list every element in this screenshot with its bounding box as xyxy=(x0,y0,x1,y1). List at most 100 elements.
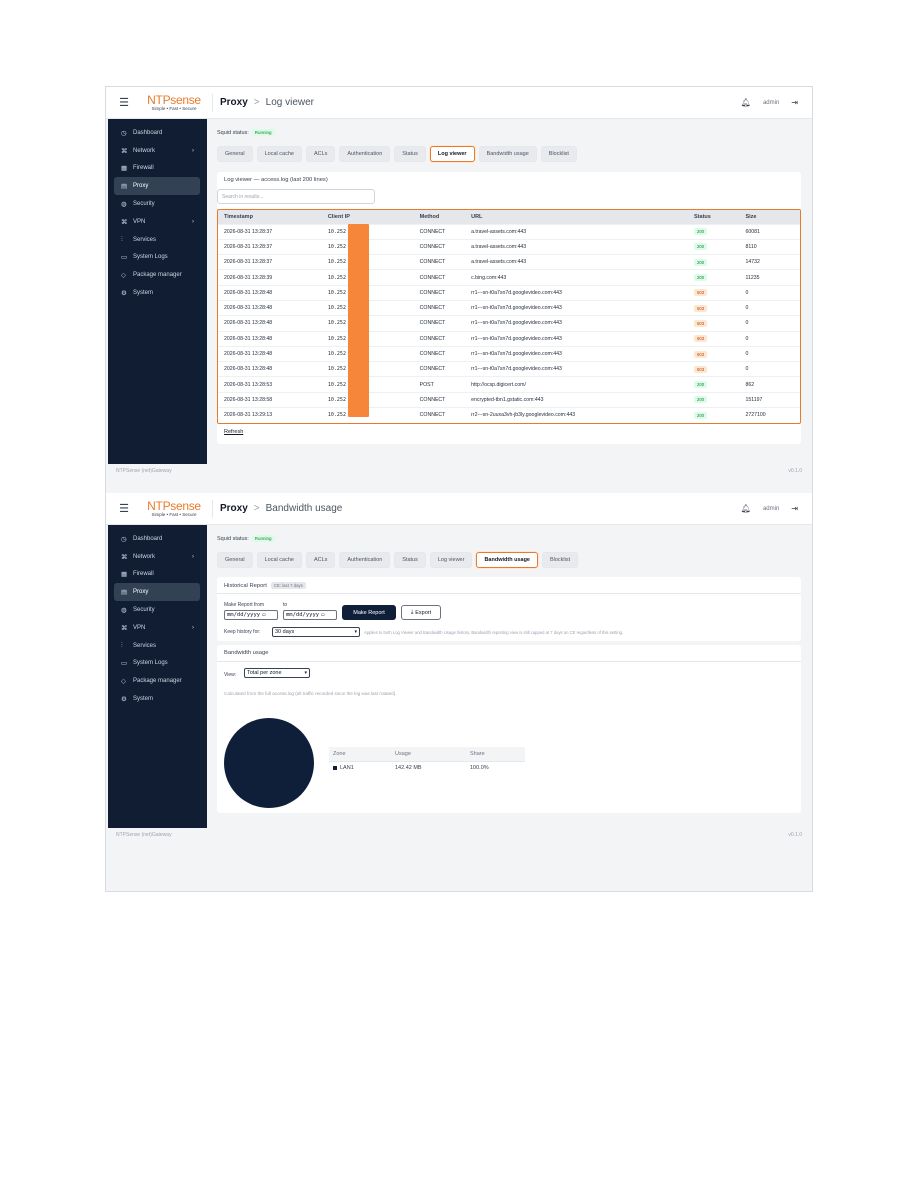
sidebar-item-security[interactable]: ◍ Security xyxy=(114,601,200,619)
table-row: 2026-08-31 13:28:48 10.252 CONNECT rr1---sn… xyxy=(218,345,800,362)
url-cell: rr1---sn-t0a7sn7d.googlevideo.com:443 xyxy=(465,315,689,332)
status-cell: 503 xyxy=(688,299,740,316)
sidebar-item-firewall[interactable]: ▦ Firewall xyxy=(114,160,200,178)
menu-icon[interactable]: ☰ xyxy=(106,96,142,109)
size-cell: 11235 xyxy=(739,269,800,286)
column-header[interactable]: Status xyxy=(688,210,740,224)
tab-authentication[interactable]: Authentication xyxy=(339,552,391,568)
tab-general[interactable]: General xyxy=(217,146,253,162)
timestamp-cell: 2026-08-31 13:28:48 xyxy=(218,299,322,316)
column-header[interactable]: Client IP xyxy=(321,210,414,224)
tab-status[interactable]: Status xyxy=(394,552,426,568)
column-header[interactable]: Size xyxy=(739,210,800,224)
status-cell: 503 xyxy=(688,284,740,301)
method-cell: CONNECT xyxy=(413,284,466,301)
logout-icon[interactable]: ⇥ xyxy=(791,504,798,513)
url-cell: rr1---sn-t0a7sn7d.googlevideo.com:443 xyxy=(465,299,689,316)
tab-authentication[interactable]: Authentication xyxy=(339,146,391,162)
tab-acls[interactable]: ACLs xyxy=(305,552,336,568)
sidebar-item-services[interactable]: ⫶ Services xyxy=(114,231,200,249)
pie-slice-lan1 xyxy=(224,718,314,808)
sidebar-item-label: Security xyxy=(133,201,155,208)
sidebar-item-vpn[interactable]: ⌘ VPN › xyxy=(114,213,200,231)
sidebar-item-label: System xyxy=(133,696,154,703)
main-content: Squid status: Running General Local cache… xyxy=(207,119,812,464)
sidebar-item-security[interactable]: ◍ Security xyxy=(114,195,200,213)
keep-history-select[interactable]: 30 days ▾ xyxy=(272,627,360,637)
column-header[interactable]: Timestamp xyxy=(218,210,322,224)
proxy-icon: ▤ xyxy=(121,589,128,597)
size-cell: 60081 xyxy=(739,223,800,240)
user-name[interactable]: admin xyxy=(763,100,779,106)
shield-icon: ◍ xyxy=(121,201,127,209)
bell-icon[interactable]: 🔔︎ xyxy=(741,504,751,513)
sidebar-item-proxy[interactable]: ▤ Proxy xyxy=(114,177,200,196)
sidebar-item-services[interactable]: ⫶ Services xyxy=(114,637,200,655)
sidebar-item-system-logs[interactable]: ▭ System Logs xyxy=(114,655,200,673)
export-button[interactable]: ⤓ Export xyxy=(401,605,441,620)
sidebar-item-dashboard[interactable]: ◷ Dashboard xyxy=(114,124,200,142)
sidebar-item-system[interactable]: ⚙ System xyxy=(114,284,200,302)
logo[interactable]: NTPsense Simple • Fast • Secure xyxy=(142,94,206,112)
logo[interactable]: NTPsense Simple • Fast • Secure xyxy=(142,500,206,518)
sidebar-item-dashboard[interactable]: ◷ Dashboard xyxy=(114,530,200,548)
sidebar-item-vpn[interactable]: ⌘ VPN › xyxy=(114,619,200,637)
squid-status: Squid status: Running xyxy=(217,535,275,542)
search-input[interactable]: Search in results... xyxy=(217,189,375,204)
table-row: 2026-08-31 13:28:58 10.252 CONNECT encrypte… xyxy=(218,391,800,408)
tab-status[interactable]: Status xyxy=(394,146,426,162)
sidebar-item-firewall[interactable]: ▦ Firewall xyxy=(114,566,200,584)
sidebar-item-label: Services xyxy=(133,642,157,649)
tab-log-viewer[interactable]: Log viewer xyxy=(429,552,473,568)
calendar-icon: ▭ xyxy=(262,612,266,618)
sidebar-item-network[interactable]: ⌘ Network › xyxy=(114,548,200,566)
tab-bandwidth-usage[interactable]: Bandwidth usage xyxy=(478,146,537,162)
date-from-input[interactable]: mm/dd/yyyy ▭ xyxy=(224,610,278,620)
topbar: ☰ NTPsense Simple • Fast • Secure Proxy … xyxy=(106,493,812,525)
tab-acls[interactable]: ACLs xyxy=(305,146,336,162)
ce-badge: CE: last 7 days xyxy=(270,582,306,589)
tab-blocklist[interactable]: Blocklist xyxy=(541,552,579,568)
page-title: Bandwidth usage xyxy=(265,503,343,514)
tab-local-cache[interactable]: Local cache xyxy=(256,552,302,568)
tab-log-viewer[interactable]: Log viewer xyxy=(429,146,475,162)
sidebar-item-label: Security xyxy=(133,607,155,614)
tab-local-cache[interactable]: Local cache xyxy=(256,146,302,162)
user-name[interactable]: admin xyxy=(763,506,779,512)
column-header[interactable]: URL xyxy=(465,210,689,224)
sidebar-item-network[interactable]: ⌘ Network › xyxy=(114,142,200,160)
make-report-button[interactable]: Make Report xyxy=(342,605,396,620)
zone-share: 100.0% xyxy=(466,760,525,775)
method-cell: CONNECT xyxy=(413,299,466,316)
status-badge: 503 xyxy=(694,335,708,343)
refresh-link[interactable]: Refresh xyxy=(224,429,243,435)
logout-icon[interactable]: ⇥ xyxy=(791,98,798,107)
sidebar-item-package-manager[interactable]: ◇ Package manager xyxy=(114,672,200,690)
timestamp-cell: 2026-08-31 13:28:48 xyxy=(218,315,322,332)
column-header[interactable]: Method xyxy=(413,210,466,224)
menu-icon[interactable]: ☰ xyxy=(106,502,142,515)
tab-general[interactable]: General xyxy=(217,552,253,568)
sidebar-item-system-logs[interactable]: ▭ System Logs xyxy=(114,249,200,267)
tab-bandwidth-usage[interactable]: Bandwidth usage xyxy=(476,552,538,568)
sidebar-item-system[interactable]: ⚙ System xyxy=(114,690,200,708)
table-row: 2026-08-31 13:28:39 10.252 CONNECT c.bing.c… xyxy=(218,269,800,286)
breadcrumb-root[interactable]: Proxy xyxy=(220,97,248,108)
date-to-input[interactable]: mm/dd/yyyy ▭ xyxy=(283,610,337,620)
size-cell: 0 xyxy=(739,361,800,377)
view-select[interactable]: Total per zone ▾ xyxy=(244,668,310,678)
status-badge: 200 xyxy=(694,411,708,419)
sidebar-item-proxy[interactable]: ▤ Proxy xyxy=(114,583,200,602)
size-cell: 2727100 xyxy=(739,407,800,423)
status-badge: 503 xyxy=(694,319,708,327)
page-frame: ☰ NTPsense Simple • Fast • Secure Proxy … xyxy=(105,86,813,892)
sidebar-item-package-manager[interactable]: ◇ Package manager xyxy=(114,266,200,284)
status-cell: 503 xyxy=(688,330,740,347)
url-cell: encrypted-tbn1.gstatic.com:443 xyxy=(465,391,689,408)
tab-blocklist[interactable]: Blocklist xyxy=(540,146,577,162)
timestamp-cell: 2026-08-31 13:28:48 xyxy=(218,345,322,362)
bell-icon[interactable]: 🔔︎ xyxy=(741,98,751,107)
zone-row: LAN1 142.42 MB 100.0% xyxy=(329,760,525,775)
breadcrumb-root[interactable]: Proxy xyxy=(220,503,248,514)
sidebar-item-label: VPN xyxy=(133,624,146,631)
